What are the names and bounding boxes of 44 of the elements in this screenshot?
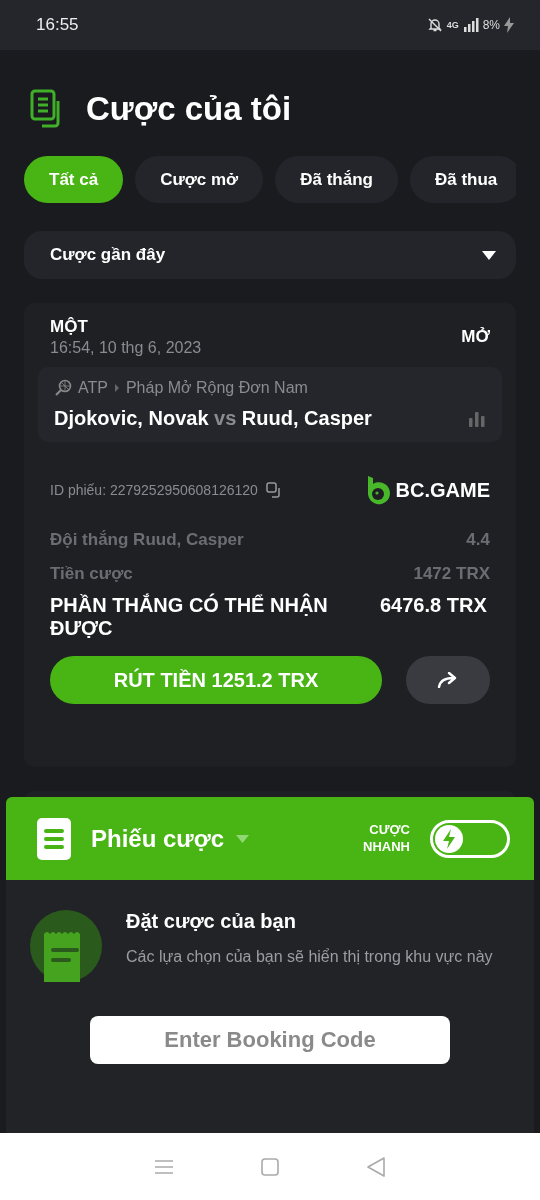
bell-off-icon: [426, 17, 443, 33]
home-icon[interactable]: [261, 1157, 279, 1176]
receipt-icon: [30, 910, 102, 982]
brand-name: BC.GAME: [395, 478, 490, 502]
filter-tab[interactable]: Đã thua: [409, 156, 516, 203]
signal-icon: [462, 18, 479, 32]
odds-value: 4.4: [466, 530, 490, 550]
bet-type: MỘT: [50, 317, 89, 337]
network-type: 4G: [446, 20, 459, 30]
tournament-name: Pháp Mở Rộng Đơn Nam: [125, 379, 308, 397]
document-icon: [37, 817, 71, 860]
quick-bet-toggle[interactable]: [430, 819, 510, 858]
payout-label: PHẦN THẮNG CÓ THỂ NHẬN ĐƯỢC: [50, 594, 329, 640]
lightning-icon: [434, 823, 464, 854]
selection-label: Đội thắng Ruud, Casper: [50, 530, 244, 550]
chevron-icon: [113, 384, 120, 392]
caret-icon: [236, 834, 250, 843]
copy-icon[interactable]: [265, 482, 282, 498]
filter-tab[interactable]: Đã thắng: [275, 156, 398, 203]
caret-icon: [482, 250, 496, 260]
stake-label: Tiền cược: [50, 564, 133, 584]
charging-icon: [504, 17, 514, 33]
back-icon[interactable]: [366, 1155, 387, 1178]
share-arrow-icon: [437, 672, 459, 688]
stake-value: 1472 TRX: [413, 564, 490, 584]
filter-tab[interactable]: Cược mở: [135, 156, 264, 203]
empty-title: Đặt cược của bạn: [126, 910, 297, 933]
sort-dropdown[interactable]: Cược gần đây: [24, 231, 516, 279]
page-title: Cược của tôi: [86, 90, 292, 128]
empty-description: Các lựa chọn của bạn sẽ hiển thị trong khu vực này: [126, 947, 493, 967]
ticket-id: ID phiếu: 2279252950608126120: [50, 482, 258, 498]
quick-bet-label: CƯỢC NHANH: [362, 821, 410, 856]
logo-icon: [365, 474, 390, 506]
payout-value: 6476.8 TRX: [380, 594, 488, 618]
bet-status: MỞ: [461, 327, 490, 347]
battery-level: 8%: [482, 18, 500, 32]
bet-datetime: 16:54, 10 thg 6, 2023: [50, 339, 202, 357]
stats-icon[interactable]: [468, 410, 486, 427]
match-teams: Djokovic, Novak vs Ruud, Casper: [54, 407, 372, 430]
booking-code-field[interactable]: Enter Booking Code: [90, 1016, 450, 1064]
share-button[interactable]: [406, 656, 490, 704]
league-name: ATP: [78, 379, 108, 397]
clock-time: 16:55: [36, 15, 79, 35]
menu-icon[interactable]: [153, 1158, 174, 1175]
